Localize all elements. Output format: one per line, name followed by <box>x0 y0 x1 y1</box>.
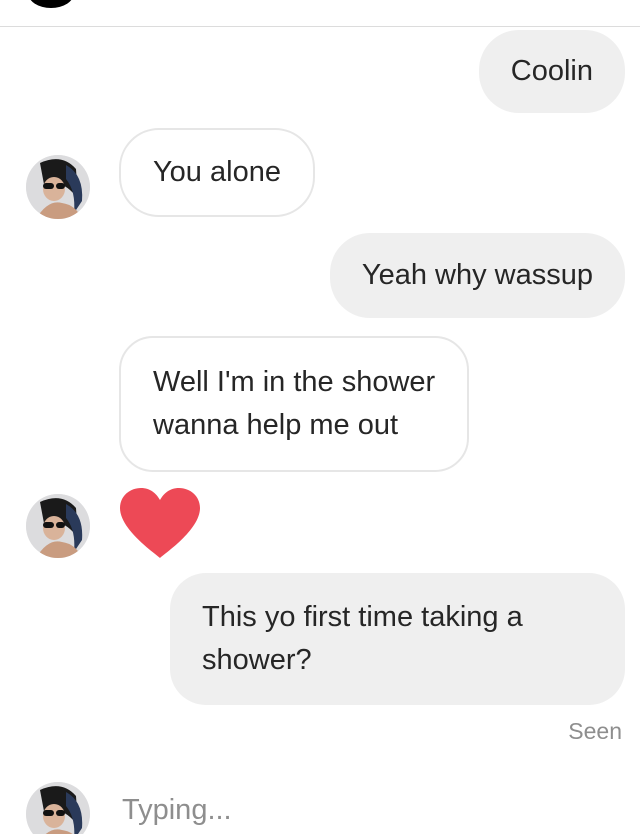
seen-receipt: Seen <box>568 718 622 744</box>
message-sent[interactable]: Yeah why wassup <box>329 233 625 318</box>
contact-avatar[interactable] <box>26 494 90 558</box>
contact-avatar[interactable] <box>26 155 90 219</box>
message-text: Yeah why wassup <box>361 259 593 291</box>
message-received[interactable]: Well I'm in the shower wanna help me out <box>119 336 470 472</box>
avatar-photo-icon <box>26 155 90 219</box>
avatar-photo-icon <box>26 782 90 834</box>
avatar-photo-icon <box>26 494 90 558</box>
message-sent[interactable]: Coolin <box>478 30 625 113</box>
message-text: Coolin <box>510 55 593 87</box>
contact-avatar[interactable] <box>26 782 90 834</box>
message-text-line: This yo first time taking a <box>202 601 523 633</box>
header-edge <box>0 0 640 27</box>
message-text-line: shower? <box>202 644 312 676</box>
heart-icon[interactable] <box>116 486 204 565</box>
message-received[interactable]: You alone <box>119 128 315 217</box>
message-text-line: Well I'm in the shower <box>153 366 436 398</box>
message-sent[interactable]: This yo first time taking a shower? <box>170 573 625 705</box>
message-text-line: wanna help me out <box>153 409 399 441</box>
header-avatar-icon[interactable] <box>28 0 74 8</box>
message-text: You alone <box>153 156 281 188</box>
chat-screen: Coolin You alone Yeah why wassup Well I'… <box>0 0 640 834</box>
typing-indicator: Typing... <box>122 794 232 826</box>
heart-shape <box>120 488 200 558</box>
